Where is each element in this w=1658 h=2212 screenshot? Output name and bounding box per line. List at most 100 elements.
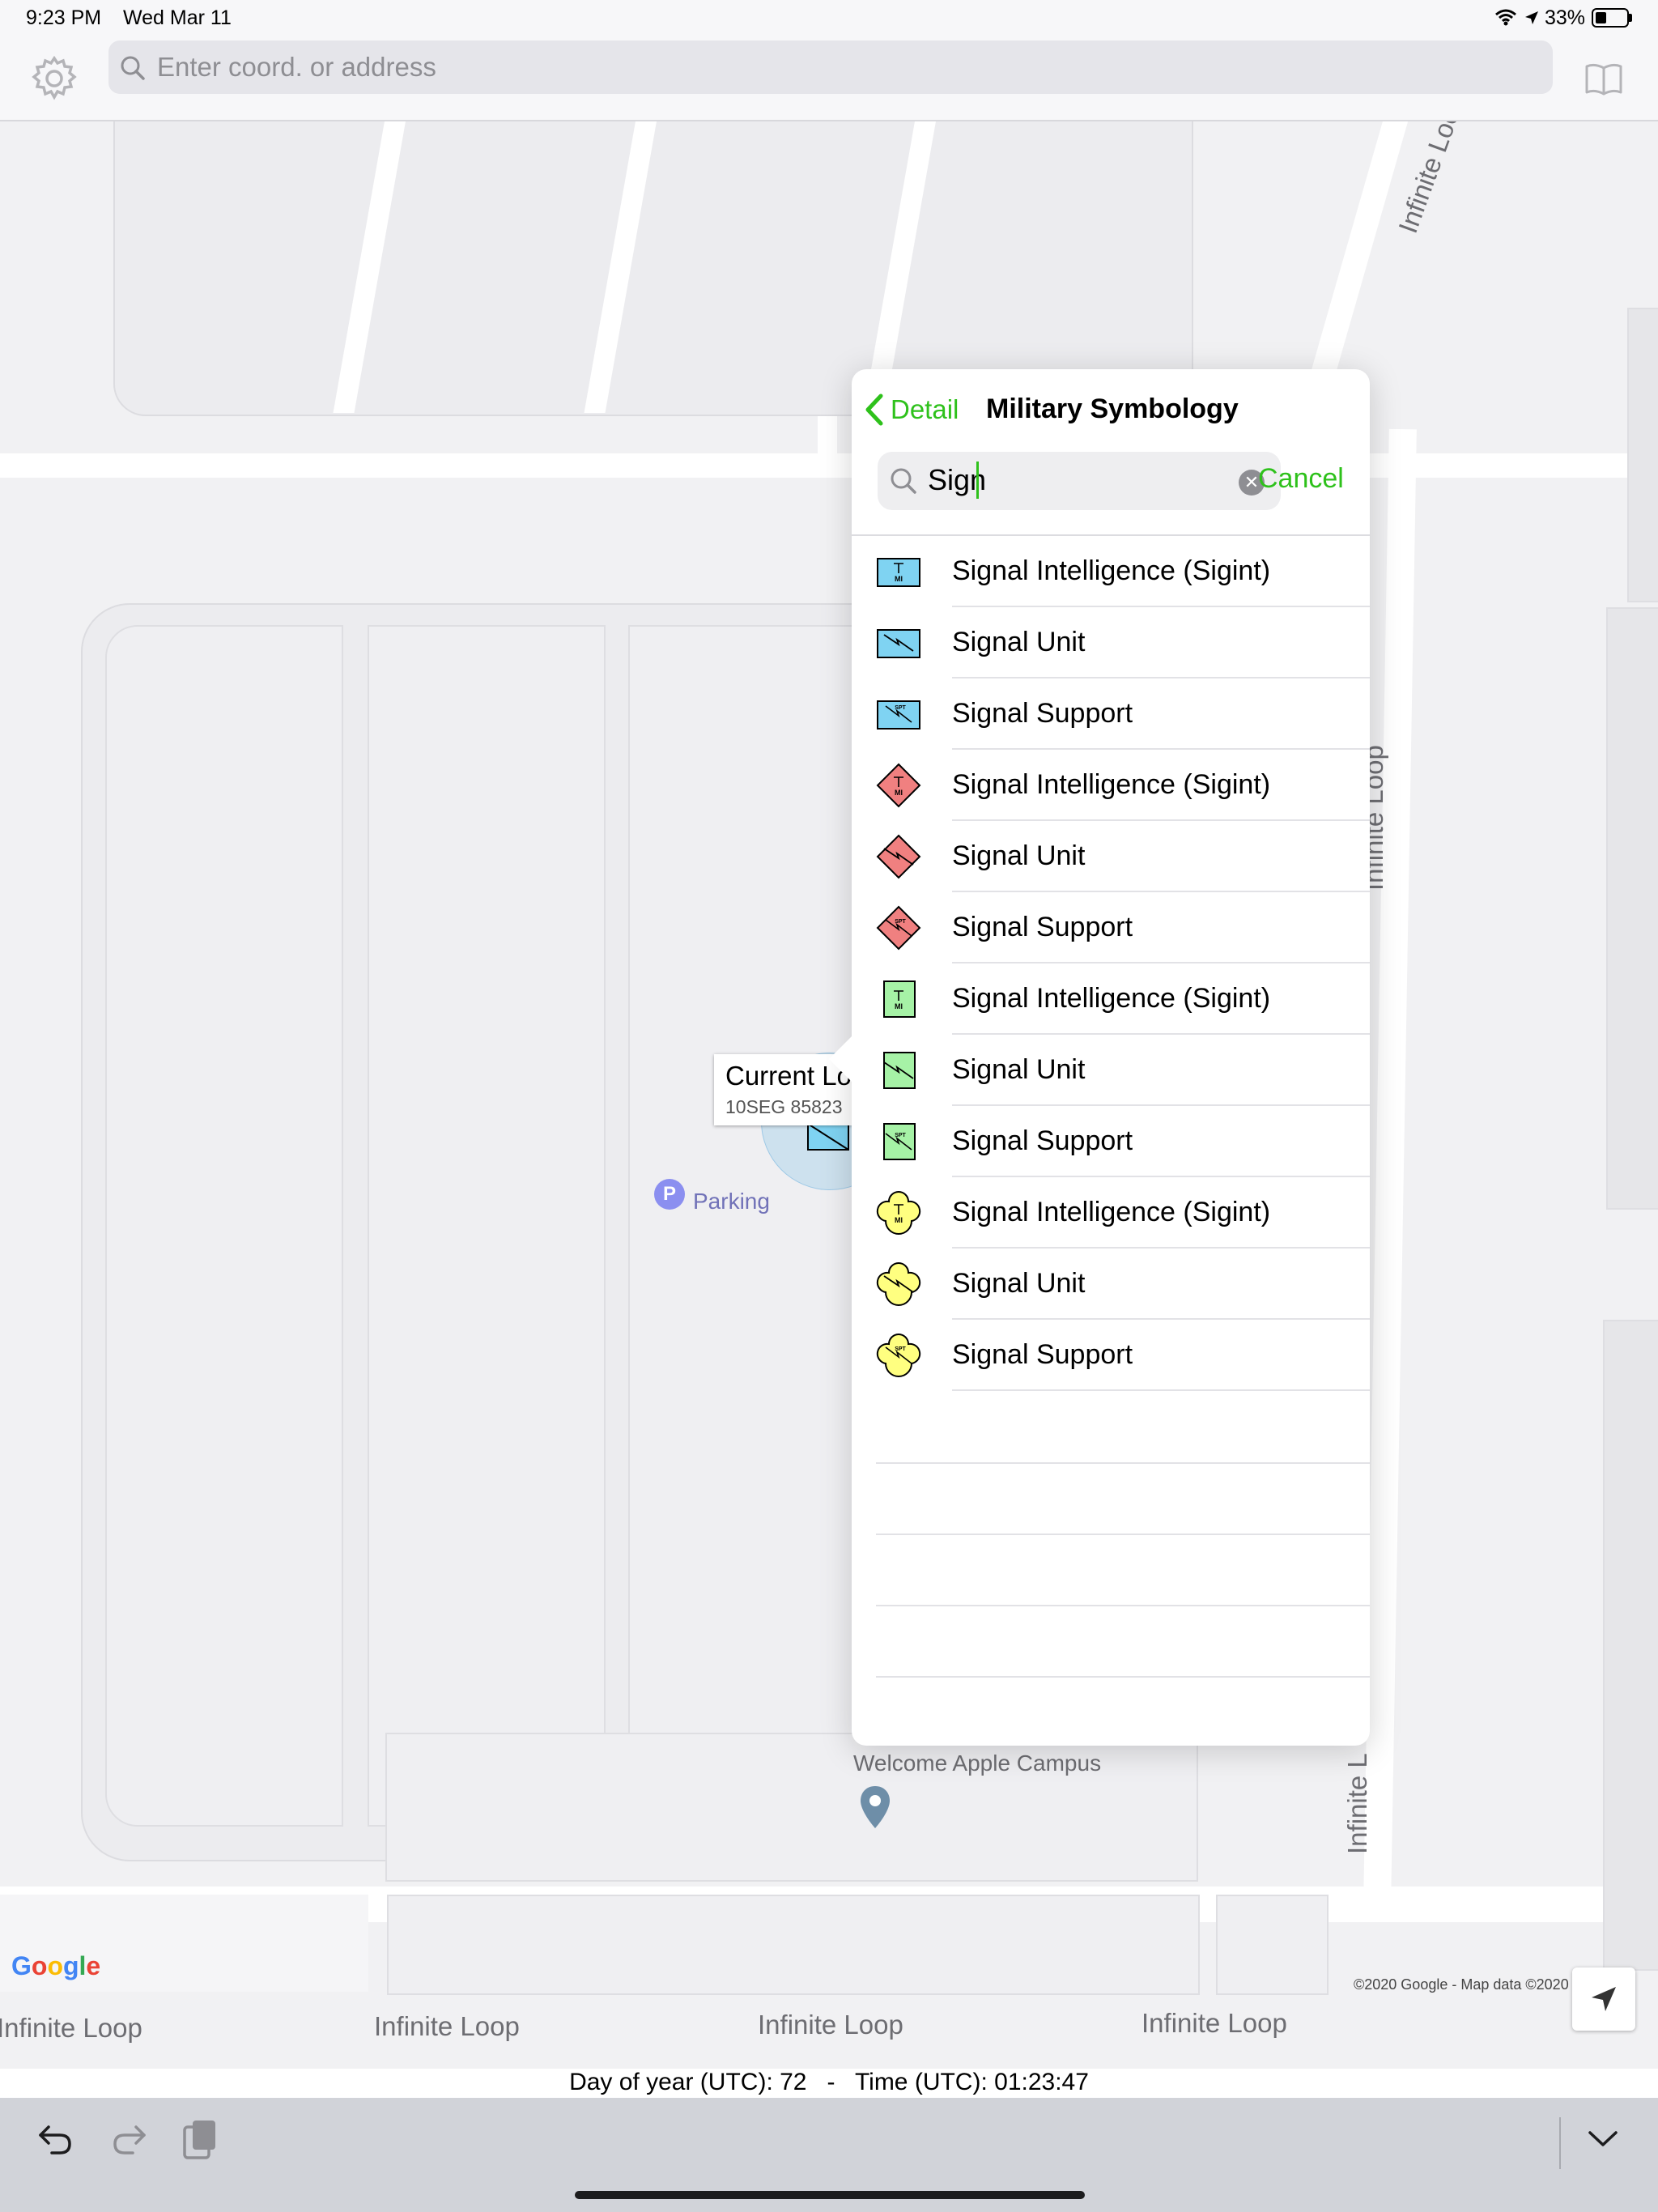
svg-text:SPT: SPT xyxy=(895,919,906,925)
svg-text:SPT: SPT xyxy=(895,1346,906,1352)
time-info-text: Day of year (UTC): 72 - Time (UTC): 01:2… xyxy=(569,2069,1089,2095)
symbol-result-label: Signal Intelligence (Sigint) xyxy=(952,983,1271,1014)
map-view[interactable]: Infinite Loop Infinite Loop Infinite L I… xyxy=(0,121,1658,2069)
empty-row-divider xyxy=(876,1462,1370,1464)
road xyxy=(0,453,1627,478)
empty-row-divider xyxy=(876,1534,1370,1535)
poi-parking[interactable]: Parking xyxy=(693,1189,770,1214)
symbol-result-row[interactable]: SPT Signal Support xyxy=(852,678,1370,750)
status-time: 9:23 PM xyxy=(26,6,102,29)
bottom-toolbar xyxy=(0,2098,1658,2212)
road-label: Infinite Loop xyxy=(1392,121,1471,237)
building xyxy=(1606,607,1658,1210)
battery-percent: 33% xyxy=(1545,6,1586,29)
symbol-neutral-icon: MI xyxy=(883,981,916,1018)
popover-arrow xyxy=(829,1035,853,1083)
symbol-result-row[interactable]: Signal Unit xyxy=(852,1035,1370,1106)
symbol-result-label: Signal Support xyxy=(952,1125,1133,1156)
road-label: Infinite L xyxy=(1342,1753,1372,1854)
symbol-result-label: Signal Unit xyxy=(952,1054,1086,1085)
top-bar: Enter coord. or address xyxy=(0,37,1658,121)
toolbar-divider xyxy=(1559,2117,1561,2169)
parking-row xyxy=(105,625,343,1827)
symbol-result-label: Signal Support xyxy=(952,1339,1133,1370)
battery-icon xyxy=(1592,8,1629,28)
row-divider xyxy=(952,1389,1370,1391)
undo-icon[interactable] xyxy=(37,2121,74,2158)
status-bar: 9:23 PM Wed Mar 11 33% xyxy=(0,0,1658,37)
search-placeholder: Enter coord. or address xyxy=(157,52,436,82)
google-logo: Google xyxy=(11,1951,101,1980)
location-arrow-icon xyxy=(1525,11,1538,24)
symbol-result-label: Signal Intelligence (Sigint) xyxy=(952,555,1271,586)
svg-text:MI: MI xyxy=(895,789,903,797)
redo-icon[interactable] xyxy=(110,2121,147,2158)
svg-text:SPT: SPT xyxy=(895,705,906,711)
chevron-left-icon xyxy=(865,393,883,426)
symbol-result-label: Signal Support xyxy=(952,698,1133,729)
locate-me-button[interactable] xyxy=(1572,1967,1635,2031)
building xyxy=(1627,308,1658,602)
symbol-result-row[interactable]: MI Signal Intelligence (Sigint) xyxy=(852,750,1370,821)
symbol-result-label: Signal Intelligence (Sigint) xyxy=(952,1197,1271,1227)
symbol-result-row[interactable]: SPT Signal Support xyxy=(852,892,1370,963)
symbol-neutral-icon xyxy=(883,1052,916,1089)
symbol-result-row[interactable]: MI Signal Intelligence (Sigint) xyxy=(852,536,1370,607)
popover-header: Detail Military Symbology xyxy=(852,369,1370,450)
symbol-hostile-icon: MI xyxy=(876,763,921,808)
battery-cap xyxy=(1629,14,1632,22)
search-icon xyxy=(121,56,145,80)
symbol-result-label: Signal Unit xyxy=(952,840,1086,871)
navigation-arrow-icon xyxy=(1592,1987,1616,2011)
lot xyxy=(1216,1895,1329,1995)
svg-text:SPT: SPT xyxy=(895,1133,906,1138)
symbol-result-row[interactable]: Signal Unit xyxy=(852,607,1370,678)
symbol-search-input[interactable]: Sign ✕ xyxy=(878,452,1281,510)
back-button[interactable]: Detail xyxy=(863,387,959,432)
svg-text:MI: MI xyxy=(895,1002,903,1010)
symbol-hostile-icon: SPT xyxy=(876,905,921,951)
status-date: Wed Mar 11 xyxy=(123,6,232,29)
symbol-result-row[interactable]: MI Signal Intelligence (Sigint) xyxy=(852,1177,1370,1249)
symbol-unknown-icon xyxy=(876,1262,921,1306)
symbol-result-row[interactable]: Signal Unit xyxy=(852,821,1370,892)
svg-text:MI: MI xyxy=(895,575,903,583)
popover-title: Military Symbology xyxy=(986,393,1239,424)
gear-icon[interactable] xyxy=(29,53,79,104)
symbol-result-row[interactable]: Signal Unit xyxy=(852,1249,1370,1320)
road-infinite-loop-right xyxy=(1363,428,1417,1904)
parking-row xyxy=(368,625,606,1827)
road-label: Infinite Loop xyxy=(374,2011,520,2041)
symbol-friend-icon: MI xyxy=(877,558,920,587)
chevron-down-icon[interactable] xyxy=(1587,2129,1619,2150)
poi-welcome[interactable]: Welcome Apple Campus xyxy=(853,1750,1101,1776)
book-icon[interactable] xyxy=(1584,62,1624,96)
cancel-button[interactable]: Cancel xyxy=(1258,463,1344,495)
svg-text:MI: MI xyxy=(895,1216,903,1224)
empty-row-divider xyxy=(876,1605,1370,1606)
callout-subtitle: 10SEG 85823 xyxy=(725,1096,843,1117)
symbol-unknown-icon: SPT xyxy=(876,1334,921,1377)
back-label: Detail xyxy=(891,394,959,424)
symbol-neutral-icon: SPT xyxy=(883,1123,916,1160)
search-icon xyxy=(891,468,916,494)
home-indicator xyxy=(575,2191,1085,2199)
search-input[interactable]: Enter coord. or address xyxy=(108,40,1553,94)
road-label: Infinite Loop xyxy=(1141,2008,1287,2038)
symbol-result-row[interactable]: SPT Signal Support xyxy=(852,1106,1370,1177)
lot xyxy=(387,1895,1200,1995)
time-info-bar: Day of year (UTC): 72 - Time (UTC): 01:2… xyxy=(0,2069,1658,2098)
poi-pin-icon[interactable] xyxy=(858,1784,892,1830)
parking-icon[interactable]: P xyxy=(654,1179,685,1210)
symbol-result-row[interactable]: SPT Signal Support xyxy=(852,1320,1370,1391)
symbol-friend-icon: SPT xyxy=(877,700,920,730)
clipboard-icon[interactable] xyxy=(181,2117,220,2161)
symbol-hostile-icon xyxy=(876,834,921,879)
symbol-result-label: Signal Unit xyxy=(952,627,1086,657)
symbol-result-label: Signal Support xyxy=(952,912,1133,942)
symbol-unknown-icon: MI xyxy=(876,1191,921,1235)
symbol-result-label: Signal Unit xyxy=(952,1268,1086,1299)
text-caret xyxy=(976,462,979,499)
military-symbology-popover: Detail Military Symbology Sign ✕ Cancel … xyxy=(829,369,1370,1746)
symbol-result-row[interactable]: MI Signal Intelligence (Sigint) xyxy=(852,963,1370,1035)
